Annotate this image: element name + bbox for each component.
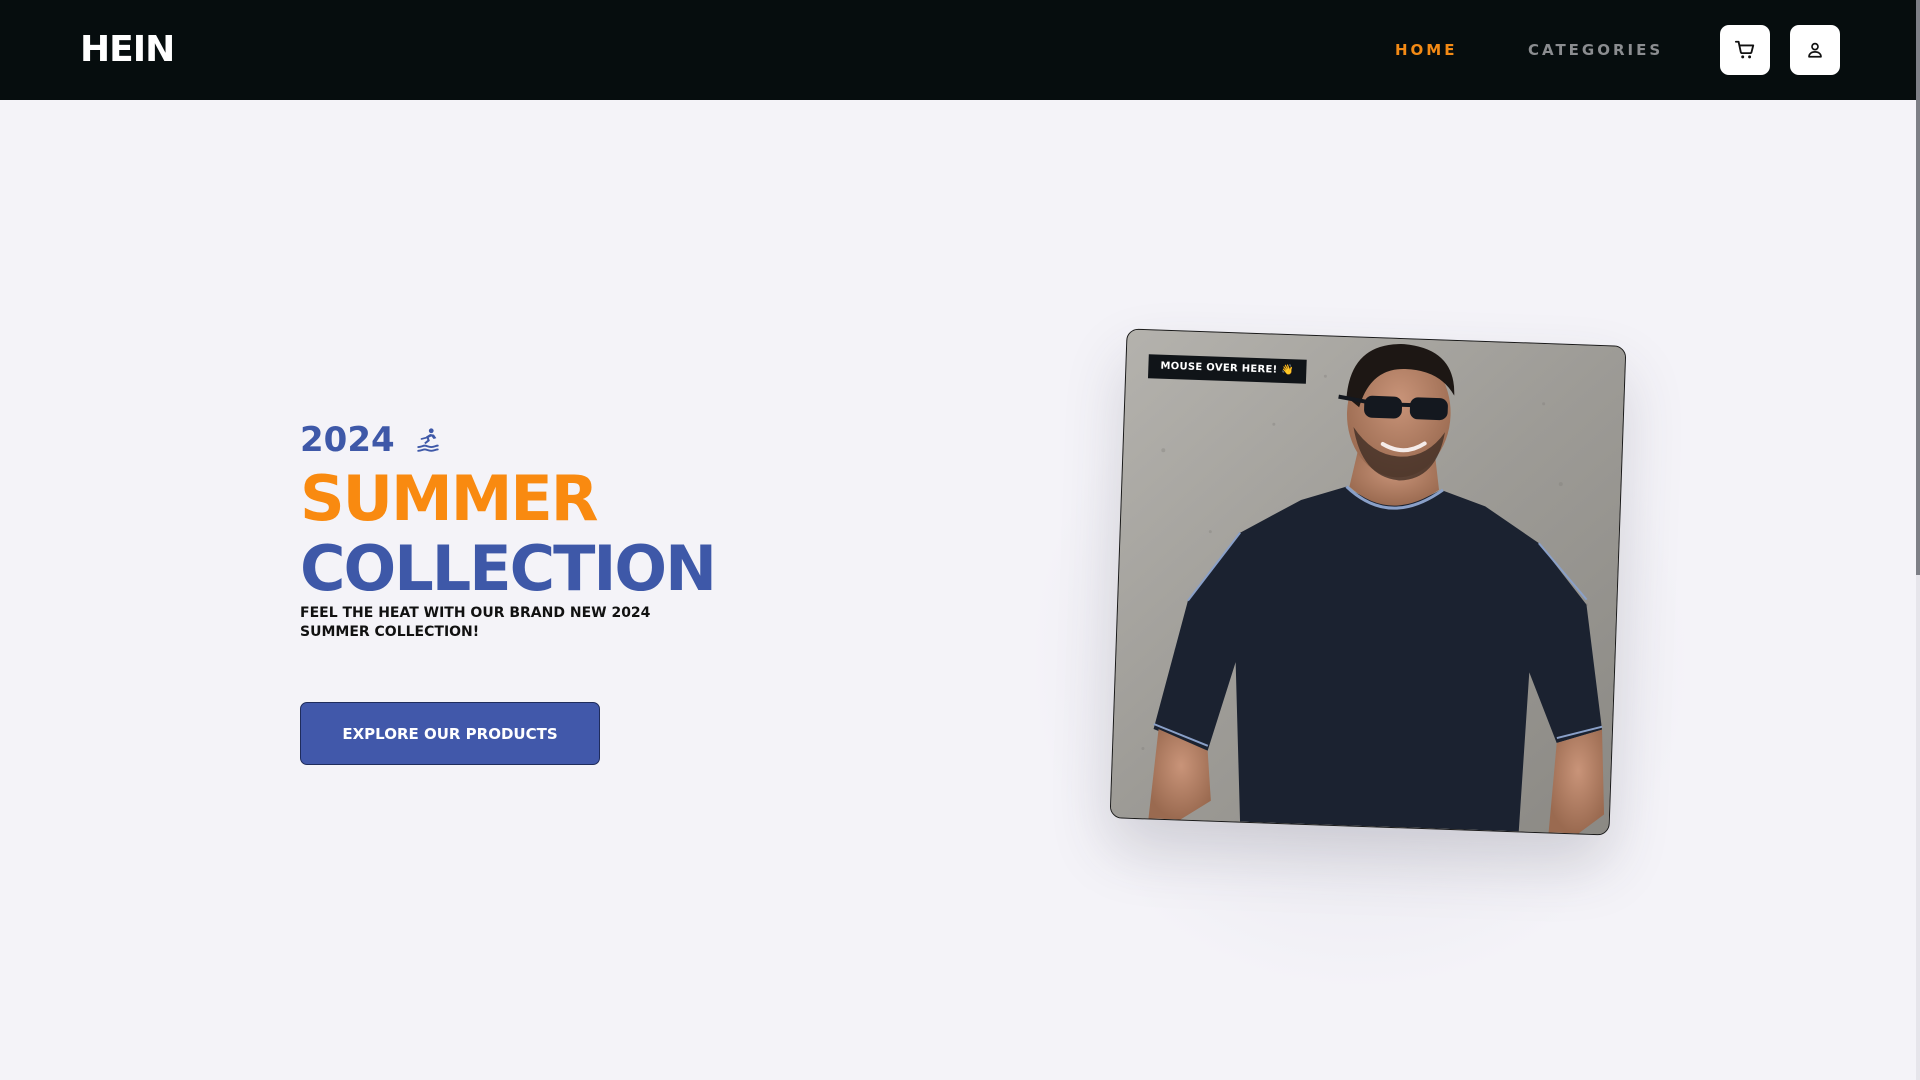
explore-products-button[interactable]: EXPLORE OUR PRODUCTS (300, 702, 600, 765)
hero-subtitle: FEEL THE HEAT WITH OUR BRAND NEW 2024 SU… (300, 605, 651, 640)
hero-year-row: 2024 (300, 416, 441, 464)
hero-title-summer: SUMMER (300, 462, 598, 535)
hero-photo-model (1110, 329, 1626, 835)
navbar: HEIN HOME CATEGORIES (0, 0, 1920, 100)
hero-year: 2024 (300, 420, 395, 460)
user-icon (1808, 42, 1822, 58)
hero-title-collection: COLLECTION (300, 532, 717, 605)
hero-image-card[interactable]: MOUSE OVER HERE! 👋 (1109, 328, 1627, 836)
nav-link-home[interactable]: HOME (1395, 38, 1457, 62)
cart-icon (1734, 40, 1755, 59)
cart-button[interactable] (1720, 25, 1770, 75)
brand-logo[interactable]: HEIN (80, 24, 175, 76)
page-scrollbar-thumb[interactable] (1916, 0, 1920, 575)
user-account-button[interactable] (1790, 25, 1840, 75)
nav-link-categories[interactable]: CATEGORIES (1528, 38, 1663, 62)
surfer-icon (416, 428, 439, 452)
